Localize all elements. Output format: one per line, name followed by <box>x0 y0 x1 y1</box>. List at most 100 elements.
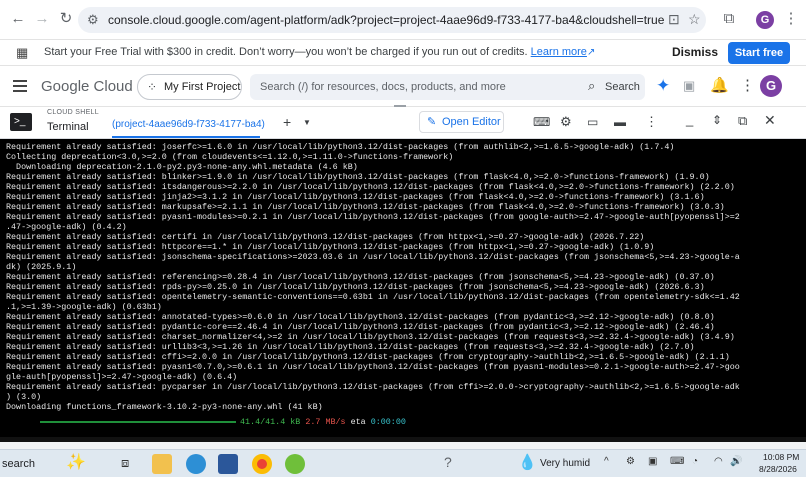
terminal-line: Requirement already satisfied: annotated… <box>6 312 715 322</box>
download-progress-fill <box>40 421 236 423</box>
minimize-icon[interactable]: _ <box>686 112 693 127</box>
add-tab-icon[interactable]: + <box>283 114 291 130</box>
terminal-line: Requirement already satisfied: certifi i… <box>6 232 645 242</box>
hamburger-menu-icon[interactable] <box>13 80 27 92</box>
clock-time[interactable]: 10:08 PM <box>763 452 799 462</box>
trial-banner: ▦ Start your Free Trial with $300 in cre… <box>0 40 806 66</box>
terminal-line: .1,>=1.39->google-adk) (0.63b1) <box>6 302 162 312</box>
layout-icon[interactable]: ▬ <box>614 115 626 129</box>
start-free-button[interactable]: Start free <box>728 42 790 64</box>
eta-label: eta <box>350 417 366 427</box>
tray-app-icon[interactable]: ▣ <box>648 456 657 467</box>
terminal-line: Requirement already satisfied: pyasn1<0.… <box>6 362 740 372</box>
more-options-icon[interactable]: ⋮ <box>645 114 658 130</box>
app-q-icon[interactable] <box>285 454 305 474</box>
tray-app-icon[interactable]: ⌨ <box>670 456 684 467</box>
terminal-line: Downloading functions_framework-3.10.2-p… <box>6 402 323 412</box>
forward-arrow-icon[interactable]: → <box>33 10 51 28</box>
tray-app-icon[interactable]: ◔ <box>692 456 698 467</box>
site-info-icon[interactable]: ⚙ <box>87 12 99 28</box>
open-editor-button[interactable]: ✎ Open Editor <box>419 111 504 133</box>
trial-message: Start your Free Trial with $300 in credi… <box>44 46 595 58</box>
browser-menu-icon[interactable]: ⋮ <box>782 10 800 28</box>
cloud-shell-label: CLOUD SHELL <box>47 109 99 116</box>
terminal-line: Requirement already satisfied: jsonschem… <box>6 252 740 262</box>
download-size: 41.4/41.4 kB <box>240 417 301 427</box>
terminal-title: Terminal <box>47 121 89 133</box>
keyboard-icon[interactable]: ⌨ <box>533 115 550 129</box>
terminal-line: Requirement already satisfied: itsdanger… <box>6 182 735 192</box>
back-arrow-icon[interactable]: ← <box>9 10 27 28</box>
terminal-line: Requirement already satisfied: markupsaf… <box>6 202 725 212</box>
terminal-tab[interactable]: (project-4aae96d9-f733-4177-ba4) <box>112 119 265 130</box>
extensions-icon[interactable]: ⧉ <box>720 10 738 28</box>
install-app-icon[interactable]: ⊡ <box>668 11 680 28</box>
console-header: Google Cloud ⁘ My First Project Search (… <box>0 67 806 107</box>
restore-icon[interactable]: ⇕ <box>712 113 722 127</box>
volume-icon[interactable]: 🔊 <box>730 456 742 467</box>
address-bar[interactable]: ⚙ console.cloud.google.com/agent-platfor… <box>78 7 706 33</box>
profile-avatar[interactable]: G <box>756 11 774 29</box>
search-button-label[interactable]: Search <box>605 81 640 93</box>
terminal-line: Requirement already satisfied: pyasn1-mo… <box>6 212 740 222</box>
tab-dropdown-icon[interactable]: ▼ <box>303 118 311 127</box>
terminal-line: Requirement already satisfied: urllib3<3… <box>6 342 695 352</box>
resize-handle[interactable] <box>394 105 406 107</box>
terminal-line: gle-auth[pyopenssl]>=2.47->google-adk) (… <box>6 372 238 382</box>
chrome-icon[interactable] <box>252 454 272 474</box>
tray-overflow-icon[interactable]: ^ <box>604 456 609 467</box>
active-tab-indicator <box>112 136 260 138</box>
open-new-window-icon[interactable]: ⧉ <box>738 113 747 129</box>
account-avatar[interactable]: G <box>760 75 782 97</box>
project-name: My First Project <box>164 81 241 93</box>
terminal-line: Requirement already satisfied: jinja2>=3… <box>6 192 705 202</box>
terminal-line: Requirement already satisfied: cffi>=2.0… <box>6 352 730 362</box>
terminal-line: Collecting deprecation<3.0,>=2.0 (from c… <box>6 152 454 162</box>
terminal-line: Requirement already satisfied: rpds-py>=… <box>6 282 705 292</box>
tray-app-icon[interactable]: ⚙ <box>626 456 635 467</box>
web-preview-icon[interactable]: ▭ <box>587 115 598 129</box>
terminal-output[interactable]: Requirement already satisfied: joserfc>=… <box>0 139 806 442</box>
gemini-icon[interactable]: ✦ <box>656 76 670 96</box>
terminal-logo-icon: >_ <box>10 113 32 131</box>
help-icon[interactable]: ? <box>444 454 452 470</box>
reload-icon[interactable]: ↻ <box>57 10 75 28</box>
terminal-line: .47->google-adk) (0.4.2) <box>6 222 127 232</box>
search-icon[interactable]: ⌕ <box>588 78 595 94</box>
wifi-icon[interactable]: ◠ <box>714 456 723 467</box>
weather-icon: 💧 <box>518 454 537 471</box>
download-progress-bar <box>40 418 236 426</box>
copilot-sparkle-icon[interactable]: ✨ <box>66 452 86 472</box>
weather-text[interactable]: Very humid <box>540 458 590 469</box>
search-input[interactable]: Search (/) for resources, docs, products… <box>260 81 506 93</box>
terminal-line: Requirement already satisfied: opentelem… <box>6 292 740 302</box>
cloud-shell-header: >_ CLOUD SHELL Terminal (project-4aae96d… <box>0 105 806 139</box>
terminal-settings-icon[interactable]: ⚙ <box>560 114 572 130</box>
settings-menu-icon[interactable]: ⋮ <box>740 76 755 94</box>
learn-more-link[interactable]: Learn more <box>531 46 587 58</box>
terminal-line: Requirement already satisfied: joserfc>=… <box>6 142 675 152</box>
notifications-bell-icon[interactable]: 🔔 <box>710 76 729 94</box>
download-speed: 2.7 MB/s <box>305 417 346 427</box>
search-bar[interactable]: Search (/) for resources, docs, products… <box>250 74 645 100</box>
terminal-line: Requirement already satisfied: blinker>=… <box>6 172 710 182</box>
edge-browser-icon[interactable] <box>186 454 206 474</box>
word-icon[interactable] <box>218 454 238 474</box>
terminal-line: Downloading deprecation-2.1.0-py2.py3-no… <box>6 162 358 172</box>
project-picker[interactable]: ⁘ My First Project <box>137 74 242 100</box>
dismiss-button[interactable]: Dismiss <box>672 45 718 59</box>
cloud-shell-icon[interactable]: ▣ <box>683 78 695 94</box>
url-text[interactable]: console.cloud.google.com/agent-platform/… <box>108 13 664 27</box>
download-progress-text: 41.4/41.4 kB 2.7 MB/s eta 0:00:00 <box>240 417 406 427</box>
external-link-icon: ↗ <box>586 47 596 58</box>
terminal-line: Requirement already satisfied: httpcore=… <box>6 242 655 252</box>
task-view-icon[interactable]: ⧈ <box>121 455 129 471</box>
eta-value: 0:00:00 <box>370 417 406 427</box>
file-explorer-icon[interactable] <box>152 454 172 474</box>
taskbar-search[interactable]: search <box>2 458 35 470</box>
close-icon[interactable]: ✕ <box>764 112 776 129</box>
google-cloud-logo[interactable]: Google Cloud <box>41 78 133 95</box>
bookmark-star-icon[interactable]: ☆ <box>688 11 701 28</box>
windows-taskbar: search ✨ ⧈ ? 💧 Very humid ^ ⚙ ▣ ⌨ ◔ ◠ 🔊 … <box>0 449 806 477</box>
clock-date[interactable]: 8/28/2026 <box>759 464 797 474</box>
